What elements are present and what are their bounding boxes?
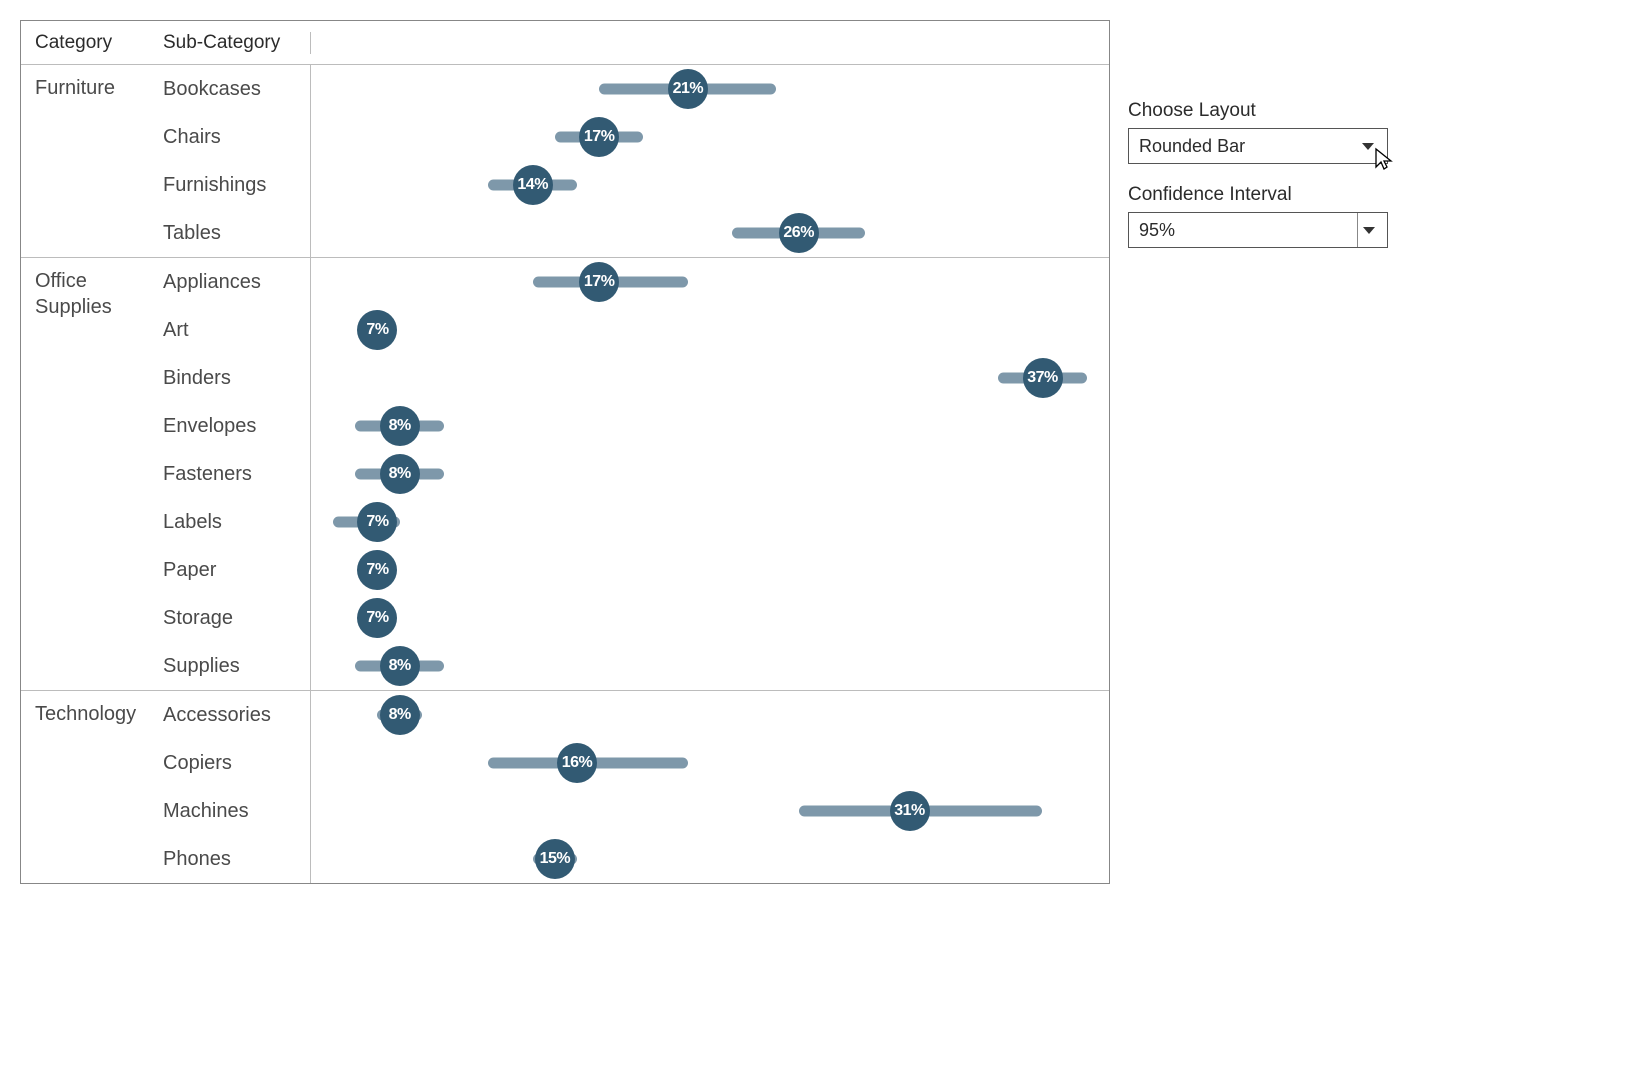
chevron-down-icon (1357, 213, 1379, 247)
chart-row: Accessories 8% (161, 691, 1109, 739)
layout-label: Choose Layout (1128, 100, 1388, 122)
layout-select[interactable]: Rounded Bar (1128, 128, 1388, 164)
chart-row: Supplies 8% (161, 642, 1109, 690)
subcategory-label: Bookcases (161, 65, 311, 113)
row-plot: 15% (311, 835, 1109, 883)
chart-row: Art 7% (161, 306, 1109, 354)
value-marker[interactable]: 8% (380, 646, 420, 686)
category-label: Furniture (21, 65, 161, 257)
row-plot: 8% (311, 642, 1109, 690)
value-marker[interactable]: 8% (380, 454, 420, 494)
subcategory-label: Supplies (161, 642, 311, 690)
subcategory-label: Tables (161, 209, 311, 257)
row-plot: 8% (311, 402, 1109, 450)
value-marker[interactable]: 16% (557, 743, 597, 783)
category-group: FurnitureBookcases21%Chairs17%Furnishing… (21, 65, 1109, 258)
subcategory-label: Furnishings (161, 161, 311, 209)
value-marker[interactable]: 7% (357, 598, 397, 638)
value-marker[interactable]: 8% (380, 695, 420, 735)
value-marker[interactable]: 26% (779, 213, 819, 253)
row-plot: 7% (311, 498, 1109, 546)
chart-row: Phones 15% (161, 835, 1109, 883)
row-plot: 7% (311, 306, 1109, 354)
subcategory-label: Art (161, 306, 311, 354)
chart-row: Binders 37% (161, 354, 1109, 402)
subcategory-label: Labels (161, 498, 311, 546)
header-category: Category (21, 32, 161, 54)
chart-row: Labels 7% (161, 498, 1109, 546)
ci-select[interactable]: 95% (1128, 212, 1388, 248)
header-subcategory: Sub-Category (161, 32, 311, 54)
category-label: Technology (21, 691, 161, 883)
subcategory-label: Machines (161, 787, 311, 835)
row-plot: 26% (311, 209, 1109, 257)
row-plot: 17% (311, 113, 1109, 161)
subcategory-label: Appliances (161, 258, 311, 306)
value-marker[interactable]: 7% (357, 502, 397, 542)
row-plot: 16% (311, 739, 1109, 787)
value-marker[interactable]: 17% (579, 262, 619, 302)
subcategory-label: Chairs (161, 113, 311, 161)
value-marker[interactable]: 14% (513, 165, 553, 205)
subcategory-label: Binders (161, 354, 311, 402)
chart-body: FurnitureBookcases21%Chairs17%Furnishing… (21, 65, 1109, 883)
subcategory-label: Copiers (161, 739, 311, 787)
chart-row: Appliances 17% (161, 258, 1109, 306)
row-plot: 37% (311, 354, 1109, 402)
ci-select-value: 95% (1139, 220, 1175, 241)
value-marker[interactable]: 37% (1023, 358, 1063, 398)
value-marker[interactable]: 17% (579, 117, 619, 157)
value-marker[interactable]: 31% (890, 791, 930, 831)
value-marker[interactable]: 7% (357, 310, 397, 350)
chart-row: Bookcases 21% (161, 65, 1109, 113)
subcategory-label: Phones (161, 835, 311, 883)
row-plot: 7% (311, 546, 1109, 594)
row-plot: 14% (311, 161, 1109, 209)
chart-panel: Category Sub-Category FurnitureBookcases… (20, 20, 1110, 884)
value-marker[interactable]: 15% (535, 839, 575, 879)
chart-row: Envelopes 8% (161, 402, 1109, 450)
row-plot: 31% (311, 787, 1109, 835)
row-plot: 8% (311, 450, 1109, 498)
chart-row: Tables 26% (161, 209, 1109, 257)
value-marker[interactable]: 7% (357, 550, 397, 590)
subcategory-label: Storage (161, 594, 311, 642)
category-label: Office Supplies (21, 258, 161, 690)
chart-row: Copiers 16% (161, 739, 1109, 787)
category-group: Office SuppliesAppliances17%Art7%Binders… (21, 258, 1109, 691)
category-group: TechnologyAccessories8%Copiers16%Machine… (21, 691, 1109, 883)
layout-select-value: Rounded Bar (1139, 136, 1245, 157)
value-marker[interactable]: 21% (668, 69, 708, 109)
subcategory-label: Accessories (161, 691, 311, 739)
subcategory-label: Fasteners (161, 450, 311, 498)
row-plot: 17% (311, 258, 1109, 306)
chart-row: Fasteners 8% (161, 450, 1109, 498)
row-plot: 21% (311, 65, 1109, 113)
row-plot: 7% (311, 594, 1109, 642)
chevron-down-icon (1357, 129, 1379, 163)
controls-panel: Choose Layout Rounded Bar Confidence Int… (1128, 100, 1388, 268)
chart-header: Category Sub-Category (21, 21, 1109, 65)
ci-label: Confidence Interval (1128, 184, 1388, 206)
row-plot: 8% (311, 691, 1109, 739)
chart-row: Storage 7% (161, 594, 1109, 642)
chart-row: Machines 31% (161, 787, 1109, 835)
chart-row: Chairs 17% (161, 113, 1109, 161)
chart-row: Furnishings 14% (161, 161, 1109, 209)
subcategory-label: Paper (161, 546, 311, 594)
subcategory-label: Envelopes (161, 402, 311, 450)
value-marker[interactable]: 8% (380, 406, 420, 446)
chart-row: Paper 7% (161, 546, 1109, 594)
